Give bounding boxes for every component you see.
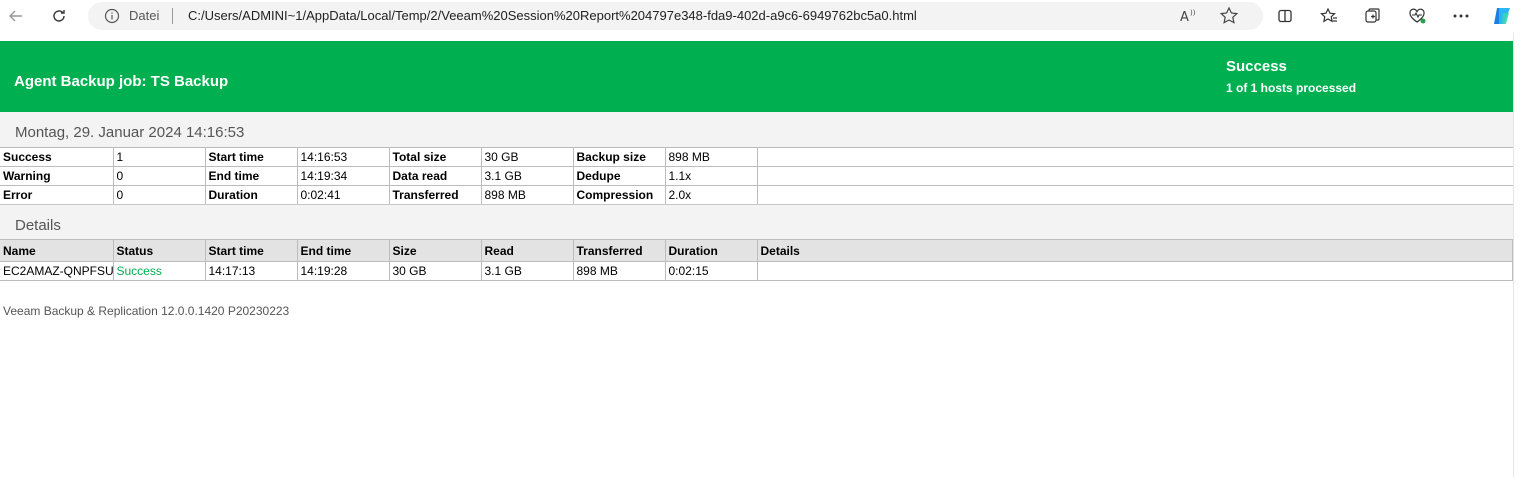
summary-label: Backup size: [572, 147, 666, 167]
job-title: Agent Backup job: TS Backup: [14, 73, 229, 90]
column-header: Details: [756, 239, 1513, 262]
svg-text:A: A: [1180, 10, 1189, 25]
table-cell: [756, 261, 1513, 281]
summary-label: Compression: [572, 185, 666, 205]
vertical-scrollbar[interactable]: [1513, 33, 1529, 477]
column-header: End time: [296, 239, 390, 262]
summary-filler: [756, 147, 1513, 167]
summary-label: End time: [204, 166, 298, 186]
summary-label: Data read: [388, 166, 482, 186]
collections-icon[interactable]: [1361, 5, 1385, 27]
summary-filler: [756, 166, 1513, 186]
details-title: Details: [15, 217, 61, 234]
job-status: Success: [1226, 58, 1287, 75]
summary-value: 3.1 GB: [480, 166, 574, 186]
refresh-icon[interactable]: [47, 5, 71, 27]
svg-text:)): )): [1190, 9, 1196, 17]
session-date-band: Montag, 29. Januar 2024 14:16:53: [0, 112, 1513, 147]
split-screen-icon[interactable]: [1273, 5, 1297, 27]
column-header: Transferred: [572, 239, 666, 262]
favorites-icon[interactable]: [1317, 5, 1341, 27]
summary-row: Warning 0 End time 14:19:34 Data read 3.1 GB D…: [0, 166, 1513, 186]
summary-value: 14:19:34: [296, 166, 390, 186]
copilot-icon[interactable]: [1490, 5, 1514, 27]
read-aloud-icon[interactable]: A)): [1178, 6, 1198, 26]
summary-label: Error: [0, 185, 114, 205]
summary-label: Duration: [204, 185, 298, 205]
details-table: Name Status Start time End time Size Read Tran…: [0, 239, 1513, 281]
browser-toolbar: Datei C:/Users/ADMINI~1/AppData/Local/Te…: [0, 0, 1529, 33]
favorite-star-icon[interactable]: [1219, 6, 1239, 26]
address-separator: [172, 8, 173, 24]
job-header: Agent Backup job: TS Backup Success 1 of…: [0, 41, 1513, 112]
address-bar[interactable]: Datei C:/Users/ADMINI~1/AppData/Local/Te…: [88, 2, 1263, 30]
summary-value: 0:02:41: [296, 185, 390, 205]
summary-label: Total size: [388, 147, 482, 167]
column-header: Duration: [664, 239, 758, 262]
table-cell: 3.1 GB: [480, 261, 574, 281]
summary-value: 30 GB: [480, 147, 574, 167]
back-arrow-icon[interactable]: [4, 5, 28, 27]
table-cell: 14:19:28: [296, 261, 390, 281]
summary-value: 1: [112, 147, 206, 167]
summary-label: Success: [0, 147, 114, 167]
details-header-row: Name Status Start time End time Size Read Tran…: [0, 239, 1513, 262]
summary-label: Warning: [0, 166, 114, 186]
footer-version: Veeam Backup & Replication 12.0.0.1420 P…: [3, 304, 290, 318]
session-date: Montag, 29. Januar 2024 14:16:53: [15, 124, 245, 141]
info-icon[interactable]: [104, 8, 120, 24]
summary-row: Success 1 Start time 14:16:53 Total size 30 G…: [0, 147, 1513, 167]
summary-value: 898 MB: [480, 185, 574, 205]
summary-value: 2.0x: [664, 185, 758, 205]
column-header: Status: [112, 239, 206, 262]
summary-value: 0: [112, 185, 206, 205]
table-cell: 30 GB: [388, 261, 482, 281]
browser-essentials-icon[interactable]: [1405, 5, 1429, 27]
report-page: Agent Backup job: TS Backup Success 1 of…: [0, 33, 1513, 477]
summary-filler: [756, 185, 1513, 205]
column-header: Name: [0, 239, 114, 262]
table-row: EC2AMAZ-QNPFSUE Success 14:17:13 14:19:28 30…: [0, 261, 1513, 281]
table-cell: 0:02:15: [664, 261, 758, 281]
summary-value: 0: [112, 166, 206, 186]
summary-value: 14:16:53: [296, 147, 390, 167]
summary-table: Success 1 Start time 14:16:53 Total size 30 G…: [0, 147, 1513, 205]
summary-label: Transferred: [388, 185, 482, 205]
summary-row: Error 0 Duration 0:02:41 Transferred 898 MB Co…: [0, 185, 1513, 205]
table-cell: 14:17:13: [204, 261, 298, 281]
hosts-processed: 1 of 1 hosts processed: [1226, 81, 1357, 95]
status-cell: Success: [112, 261, 206, 281]
more-options-icon[interactable]: [1449, 5, 1473, 27]
table-cell: EC2AMAZ-QNPFSUE: [0, 261, 114, 281]
summary-value: 898 MB: [664, 147, 758, 167]
summary-label: Dedupe: [572, 166, 666, 186]
column-header: Size: [388, 239, 482, 262]
address-prefix: Datei: [129, 8, 160, 23]
table-cell: 898 MB: [572, 261, 666, 281]
address-url[interactable]: C:/Users/ADMINI~1/AppData/Local/Temp/2/V…: [188, 8, 917, 23]
column-header: Read: [480, 239, 574, 262]
summary-label: Start time: [204, 147, 298, 167]
details-band: Details: [0, 204, 1513, 240]
column-header: Start time: [204, 239, 298, 262]
summary-value: 1.1x: [664, 166, 758, 186]
